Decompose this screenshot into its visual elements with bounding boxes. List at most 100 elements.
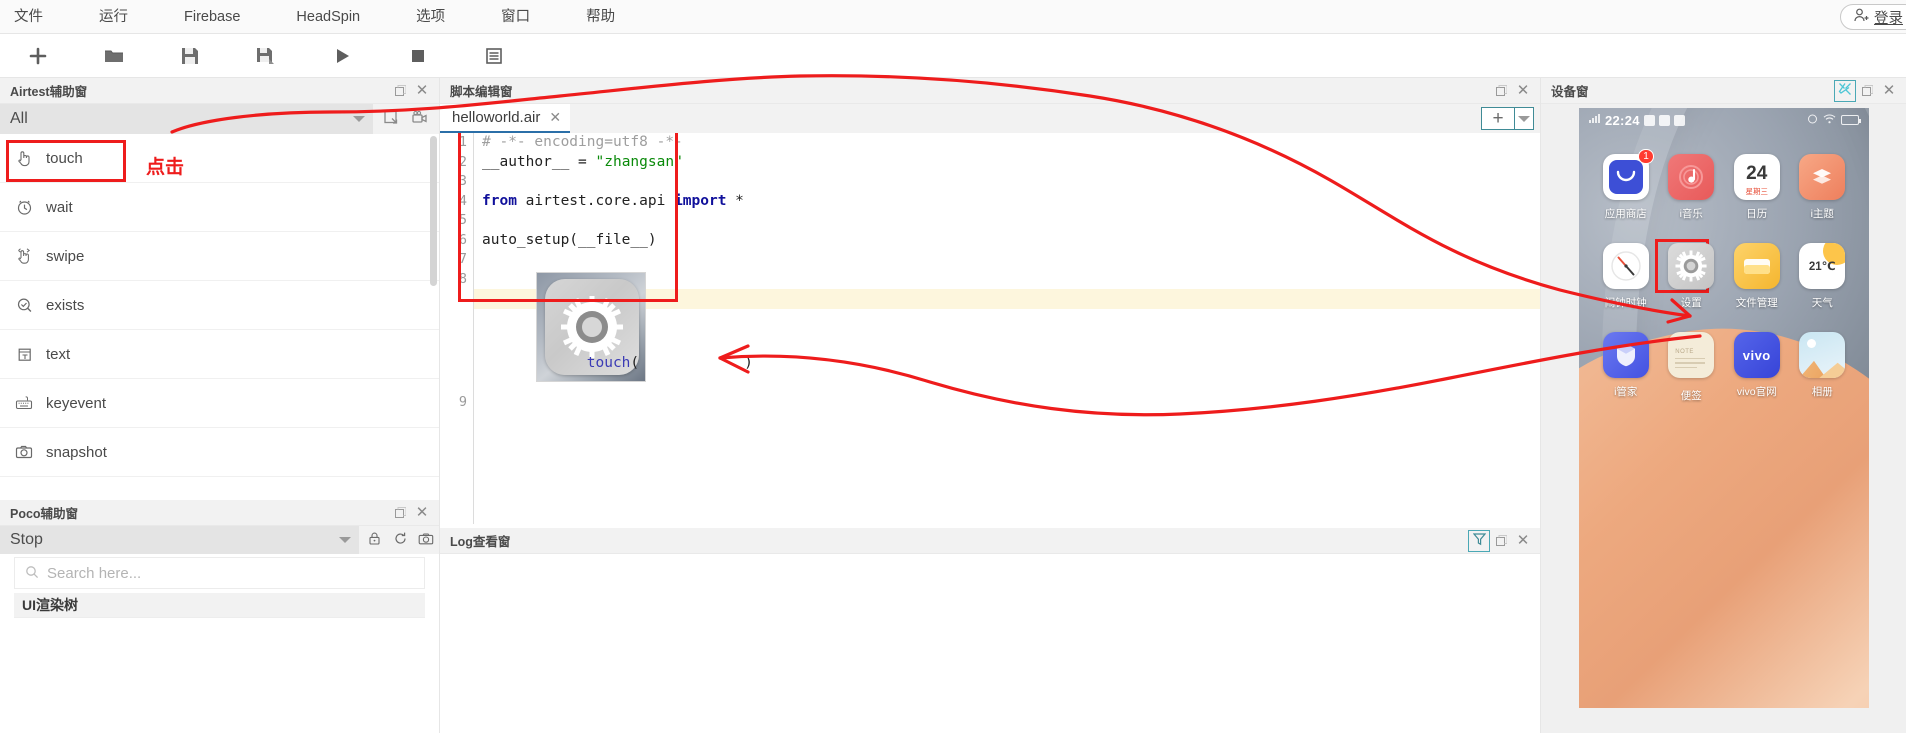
log-float-button[interactable] bbox=[1490, 530, 1512, 552]
menu-item-help[interactable]: 帮助 bbox=[576, 0, 625, 34]
app-icon-settings[interactable]: 设置 bbox=[1654, 239, 1725, 310]
device-panel-title: 设备窗 bbox=[1551, 85, 1589, 99]
menu-item-window[interactable]: 窗口 bbox=[491, 0, 540, 34]
menu-item-run[interactable]: 运行 bbox=[89, 0, 138, 34]
poco-panel-title: Poco辅助窗 bbox=[10, 507, 79, 521]
poco-lock-button[interactable] bbox=[361, 527, 387, 553]
airtest-assistant-panel: Airtest辅助窗 ✕ All touch wait swipe exists… bbox=[0, 78, 440, 500]
menu-item-file[interactable]: 文件 bbox=[4, 0, 53, 34]
poco-search-row[interactable]: Search here... bbox=[14, 557, 425, 589]
poco-camera-button[interactable] bbox=[413, 527, 439, 553]
app-icon-file-manager[interactable]: 文件管理 bbox=[1724, 243, 1790, 310]
stop-button[interactable] bbox=[380, 36, 456, 76]
app-icon-theme[interactable]: i主题 bbox=[1790, 154, 1856, 221]
poco-close-button[interactable]: ✕ bbox=[411, 502, 433, 524]
capture-screen-icon bbox=[383, 109, 401, 130]
music-icon bbox=[1668, 154, 1715, 200]
poco-assistant-panel: Poco辅助窗 ✕ Stop Search here... UI渲染树 bbox=[0, 500, 440, 733]
lock-icon bbox=[367, 531, 382, 549]
script-close-button[interactable]: ✕ bbox=[1512, 80, 1534, 102]
script-float-button[interactable] bbox=[1490, 80, 1512, 102]
add-tab-dropdown-button[interactable] bbox=[1515, 107, 1534, 130]
menu-item-firebase[interactable]: Firebase bbox=[174, 0, 250, 34]
save-as-icon bbox=[256, 46, 276, 66]
code-line: from airtest.core.api import * bbox=[482, 192, 744, 209]
menu-item-headspin[interactable]: HeadSpin bbox=[286, 0, 370, 34]
clock-icon bbox=[1602, 243, 1649, 289]
airtest-list-scrollbar[interactable] bbox=[430, 136, 437, 286]
airtest-filter-select[interactable]: All bbox=[0, 104, 373, 134]
app-icon-gallery[interactable]: 相册 bbox=[1790, 332, 1856, 403]
line-number: 9 bbox=[458, 394, 467, 410]
airtest-filter-value: All bbox=[10, 110, 28, 127]
action-item-keyevent-label: keyevent bbox=[46, 394, 107, 412]
action-item-snapshot[interactable]: snapshot bbox=[0, 428, 439, 477]
app-icon-vivo-site[interactable]: vivo vivo官网 bbox=[1724, 332, 1790, 403]
record-video-button[interactable] bbox=[407, 106, 433, 132]
log-content-area[interactable] bbox=[440, 554, 1540, 732]
poco-refresh-button[interactable] bbox=[387, 527, 413, 553]
refresh-icon bbox=[393, 531, 408, 549]
action-item-keyevent[interactable]: keyevent bbox=[0, 379, 439, 428]
app-icon-music[interactable]: i音乐 bbox=[1659, 154, 1725, 221]
action-item-swipe[interactable]: swipe bbox=[0, 232, 439, 281]
add-tab-button[interactable]: + bbox=[1481, 107, 1515, 130]
file-manager-icon bbox=[1733, 243, 1780, 289]
code-editor-area[interactable]: 1 2 3 4 5 6 7 8 9 # -*- encoding=utf8 -*… bbox=[440, 133, 1540, 524]
app-icon-calendar[interactable]: 24 星期三 日历 bbox=[1724, 154, 1790, 221]
run-button[interactable] bbox=[304, 36, 380, 76]
close-icon[interactable]: ✕ bbox=[549, 109, 561, 126]
app-store-icon: 1 bbox=[1602, 149, 1654, 200]
report-button[interactable] bbox=[456, 36, 532, 76]
airtest-close-button[interactable]: ✕ bbox=[411, 80, 433, 102]
plus-icon bbox=[28, 46, 48, 66]
action-item-text[interactable]: text bbox=[0, 330, 439, 379]
app-label: 设置 bbox=[1680, 297, 1702, 309]
menu-item-options[interactable]: 选项 bbox=[406, 0, 455, 34]
theme-icon bbox=[1799, 154, 1846, 200]
save-button[interactable] bbox=[152, 36, 228, 76]
open-folder-button[interactable] bbox=[76, 36, 152, 76]
script-tab-helloworld[interactable]: helloworld.air ✕ bbox=[440, 104, 571, 133]
device-float-button[interactable] bbox=[1856, 80, 1878, 102]
report-icon bbox=[484, 46, 504, 66]
action-item-exists[interactable]: exists bbox=[0, 281, 439, 330]
login-button[interactable]: 登录 bbox=[1840, 4, 1906, 30]
airtest-float-button[interactable] bbox=[389, 80, 411, 102]
new-file-button[interactable] bbox=[0, 36, 76, 76]
line-number: 7 bbox=[458, 251, 467, 267]
code-text[interactable]: # -*- encoding=utf8 -*- __author__ = "zh… bbox=[482, 133, 1540, 524]
manager-icon bbox=[1602, 332, 1649, 378]
capture-screen-button[interactable] bbox=[379, 106, 405, 132]
poco-float-button[interactable] bbox=[389, 502, 411, 524]
save-as-button[interactable] bbox=[228, 36, 304, 76]
app-label: 日历 bbox=[1746, 208, 1768, 220]
camera-icon bbox=[14, 444, 34, 460]
wifi-icon bbox=[1823, 113, 1836, 127]
search-icon bbox=[25, 565, 39, 582]
log-filter-button[interactable] bbox=[1468, 529, 1490, 552]
calendar-icon: 24 星期三 bbox=[1733, 154, 1780, 200]
app-icon-app-store[interactable]: 1 应用商店 bbox=[1593, 149, 1659, 221]
tools-icon bbox=[1838, 82, 1852, 99]
app-icon-weather[interactable]: 21℃ 天气 bbox=[1790, 243, 1856, 310]
poco-mode-select[interactable]: Stop bbox=[0, 526, 359, 554]
log-panel-titlebar: Log查看窗 ✕ bbox=[440, 528, 1540, 554]
device-tools-button[interactable] bbox=[1834, 79, 1856, 102]
app-icon-notes[interactable]: NOTE vivo官网 便签 bbox=[1659, 332, 1725, 403]
device-screen[interactable]: 22:24 1 应用商店 i音乐 24 星期三 日历 i主题 闹钟时钟 设置 文… bbox=[1579, 108, 1869, 708]
app-icon-manager[interactable]: i管家 bbox=[1593, 332, 1659, 403]
device-close-button[interactable]: ✕ bbox=[1878, 80, 1900, 102]
touch-function-name: touch bbox=[586, 354, 631, 371]
code-line-touch: touch() bbox=[482, 270, 1540, 393]
code-line: auto_setup(__file__) bbox=[482, 231, 657, 248]
text-box-icon bbox=[14, 346, 34, 363]
poco-ui-tree-body[interactable] bbox=[14, 617, 425, 733]
app-label: i管家 bbox=[1614, 386, 1638, 398]
action-item-wait[interactable]: wait bbox=[0, 183, 439, 232]
action-item-touch[interactable]: touch bbox=[0, 134, 439, 183]
app-icon-clock[interactable]: 闹钟时钟 bbox=[1593, 243, 1659, 310]
log-close-button[interactable]: ✕ bbox=[1512, 530, 1534, 552]
app-label: 便签 bbox=[1680, 390, 1702, 402]
